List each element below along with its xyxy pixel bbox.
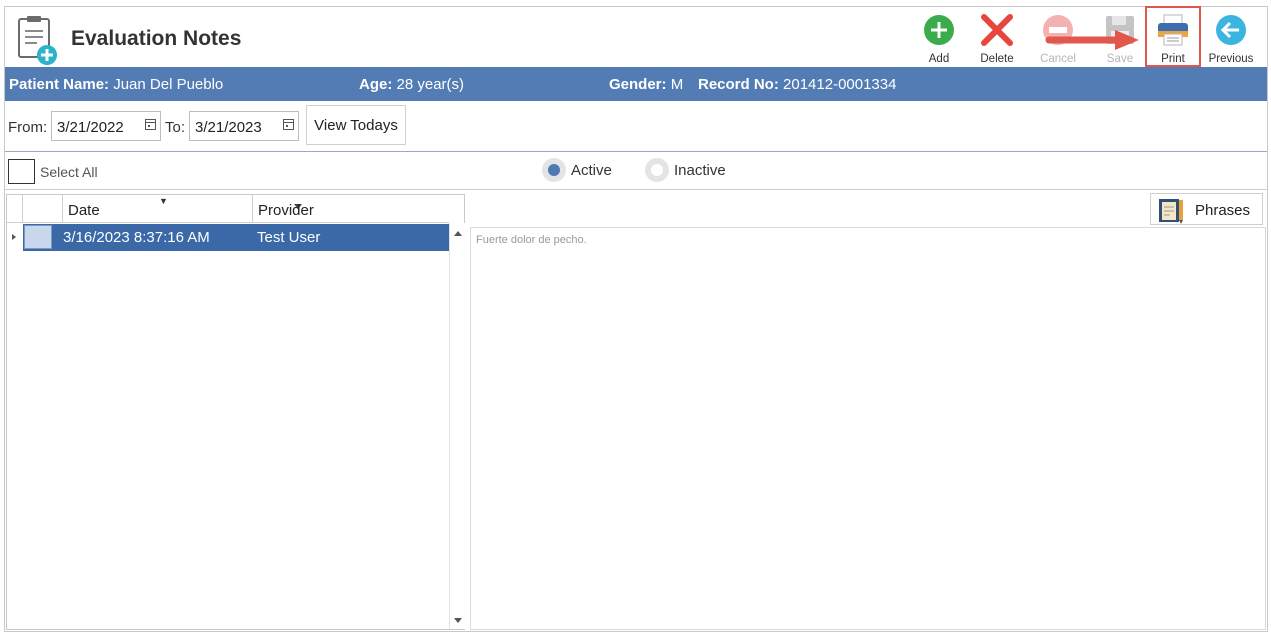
scroll-down-icon[interactable] [454,618,462,623]
calendar-icon[interactable] [145,119,156,130]
selected-row-highlight[interactable]: 3/16/2023 8:37:16 AM Test User [23,224,449,251]
table-row[interactable]: 3/16/2023 8:37:16 AM Test User [7,224,449,251]
notes-grid: Date ▼ Provider 3/16/2023 8:37:16 AM Tes… [6,194,465,630]
record-label: Record No: [698,76,779,93]
delete-label: Delete [980,53,1014,65]
to-date-value: 3/21/2023 [195,119,262,136]
row-pointer-icon [12,234,16,240]
selection-row: Select All Active Inactive [5,153,1267,190]
annotation-arrow-icon [1045,30,1139,50]
patient-record: Record No: 201412-0001334 [698,76,896,93]
patient-info-bar: Patient Name: Juan Del Pueblo Age: 28 ye… [5,67,1267,101]
row-indicator-header [7,195,23,223]
grid-header: Date ▼ Provider [7,195,449,223]
inactive-radio[interactable] [645,158,669,182]
from-date-value: 3/21/2022 [57,119,124,136]
x-icon [981,14,1013,46]
select-all-checkbox[interactable] [8,159,35,184]
filter-icon[interactable]: ▼ [159,196,168,206]
age-label: Age: [359,76,393,93]
plus-circle-icon [924,15,954,45]
from-date-field[interactable]: 3/21/2022 [51,111,161,141]
note-text-area[interactable]: Fuerte dolor de pecho. [470,227,1266,630]
active-radio[interactable] [542,158,566,182]
inactive-label: Inactive [674,162,726,179]
row-date: 3/16/2023 8:37:16 AM [63,229,210,246]
date-header-label: Date [68,202,100,219]
previous-button[interactable]: Previous [1201,11,1261,67]
phrases-button[interactable]: Phrases [1150,193,1263,225]
gender-value: M [670,76,684,93]
delete-button[interactable]: Delete [967,11,1027,67]
clipboard-add-icon [17,15,63,67]
patient-age: Age: 28 year(s) [359,76,464,93]
age-value: 28 year(s) [396,76,465,93]
grid-vertical-scrollbar[interactable] [449,223,465,629]
scroll-up-icon[interactable] [454,231,462,236]
add-label: Add [928,53,950,65]
patient-name: Patient Name: Juan Del Pueblo [9,76,223,93]
provider-header-label: Provider [258,202,314,219]
column-header-provider[interactable]: Provider [253,195,449,223]
active-label: Active [571,162,612,179]
patient-name-value: Juan Del Pueblo [113,76,224,93]
view-todays-button[interactable]: View Todays [306,105,406,145]
arrow-left-circle-icon [1216,15,1246,45]
phrases-label: Phrases [1195,202,1251,219]
add-button[interactable]: Add [909,11,969,67]
patient-gender: Gender: M [609,76,683,93]
print-highlight-box [1145,6,1201,67]
calendar-icon[interactable] [283,119,294,130]
gender-label: Gender: [609,76,667,93]
to-label: To: [165,119,186,136]
column-header-date[interactable]: Date ▼ [63,195,302,223]
row-select-checkbox[interactable] [24,225,52,249]
patient-name-label: Patient Name: [9,76,110,93]
save-label: Save [1106,53,1134,65]
previous-label: Previous [1208,53,1254,65]
to-date-field[interactable]: 3/21/2023 [189,111,299,141]
clipboard-pencil-icon [1159,199,1183,224]
row-provider: Test User [257,229,321,246]
date-filter-row: From: 3/21/2022 To: 3/21/2023 View Today… [5,101,1267,152]
select-column-header[interactable] [23,195,63,223]
record-value: 201412-0001334 [783,76,897,93]
page-title: Evaluation Notes [71,27,242,50]
evaluation-notes-window: Evaluation Notes Add Delete Cancel Save [4,6,1268,632]
select-all-label: Select All [40,164,98,180]
cancel-label: Cancel [1040,53,1076,65]
note-text: Fuerte dolor de pecho. [476,234,587,246]
from-label: From: [8,119,48,136]
